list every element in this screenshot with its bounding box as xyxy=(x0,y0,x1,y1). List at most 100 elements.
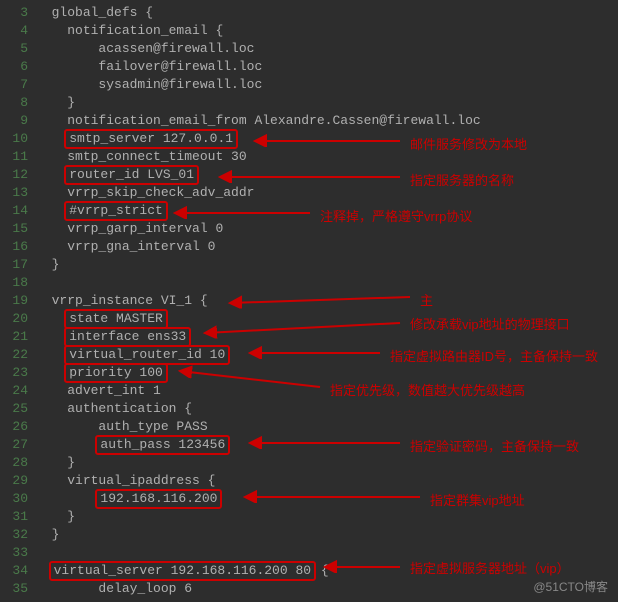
code-content: vrrp_garp_interval 0 xyxy=(36,220,223,238)
annotation-label: 指定群集vip地址 xyxy=(430,490,525,509)
code-text: } xyxy=(67,509,75,524)
code-text: vrrp_instance VI_1 { xyxy=(52,293,208,308)
line-number: 31 xyxy=(0,508,36,526)
annotation-label: 注释掉，严格遵守vrrp协议 xyxy=(320,206,472,225)
line-number: 33 xyxy=(0,544,36,562)
line-number: 32 xyxy=(0,526,36,544)
code-text: notification_email_from Alexandre.Cassen… xyxy=(67,113,480,128)
code-text: acassen@firewall.loc xyxy=(98,41,254,56)
line-number: 25 xyxy=(0,400,36,418)
line-number: 23 xyxy=(0,364,36,382)
annotation-label: 主 xyxy=(420,290,433,309)
code-line: 8 } xyxy=(0,94,618,112)
code-content: } xyxy=(36,256,59,274)
code-text: vrrp_gna_interval 0 xyxy=(67,239,215,254)
code-line: 23 priority 100 xyxy=(0,364,618,382)
code-content: advert_int 1 xyxy=(36,382,161,400)
annotation-label: 指定虚拟服务器地址（vip） xyxy=(410,558,570,577)
line-number: 18 xyxy=(0,274,36,292)
code-text: notification_email { xyxy=(67,23,223,38)
code-line: 29 virtual_ipaddress { xyxy=(0,472,618,490)
line-number: 21 xyxy=(0,328,36,346)
code-text: global_defs { xyxy=(52,5,153,20)
code-content: } xyxy=(36,454,75,472)
line-number: 3 xyxy=(0,4,36,22)
code-content: virtual_server 192.168.116.200 80 { xyxy=(36,561,329,581)
code-text: } xyxy=(67,455,75,470)
code-content: priority 100 xyxy=(36,363,165,383)
code-text: auth_type PASS xyxy=(98,419,207,434)
code-text: delay_loop 6 xyxy=(98,581,192,596)
code-line: 28 } xyxy=(0,454,618,472)
watermark: @51CTO博客 xyxy=(533,578,608,595)
code-content: smtp_connect_timeout 30 xyxy=(36,148,247,166)
code-line: 25 authentication { xyxy=(0,400,618,418)
highlighted-code: #vrrp_strict xyxy=(64,201,168,221)
code-content: interface ens33 xyxy=(36,327,188,347)
code-content: vrrp_instance VI_1 { xyxy=(36,292,208,310)
code-line: 13 vrrp_skip_check_adv_addr xyxy=(0,184,618,202)
code-content: auth_type PASS xyxy=(36,418,208,436)
code-line: 35 delay_loop 6 xyxy=(0,580,618,598)
highlighted-code: smtp_server 127.0.0.1 xyxy=(64,129,238,149)
code-line: 3 global_defs { xyxy=(0,4,618,22)
line-number: 4 xyxy=(0,22,36,40)
code-content: notification_email { xyxy=(36,22,223,40)
code-content: } xyxy=(36,94,75,112)
code-line: 7 sysadmin@firewall.loc xyxy=(0,76,618,94)
code-text: vrrp_skip_check_adv_addr xyxy=(67,185,254,200)
code-editor: 3 global_defs {4 notification_email {5 a… xyxy=(0,0,618,602)
code-text: virtual_ipaddress { xyxy=(67,473,215,488)
line-number: 22 xyxy=(0,346,36,364)
code-line: 32 } xyxy=(0,526,618,544)
line-number: 30 xyxy=(0,490,36,508)
line-number: 11 xyxy=(0,148,36,166)
line-number: 9 xyxy=(0,112,36,130)
code-content: auth_pass 123456 xyxy=(36,435,227,455)
annotation-label: 指定服务器的名称 xyxy=(410,170,514,189)
code-content: smtp_server 127.0.0.1 xyxy=(36,129,235,149)
code-content: #vrrp_strict xyxy=(36,201,165,221)
code-line: 4 notification_email { xyxy=(0,22,618,40)
line-number: 35 xyxy=(0,580,36,598)
line-number: 5 xyxy=(0,40,36,58)
line-number: 19 xyxy=(0,292,36,310)
annotation-label: 指定优先级，数值越大优先级越高 xyxy=(330,380,525,399)
highlighted-code: virtual_router_id 10 xyxy=(64,345,230,365)
line-number: 12 xyxy=(0,166,36,184)
code-text: } xyxy=(52,257,60,272)
line-number: 8 xyxy=(0,94,36,112)
code-line: 30 192.168.116.200 xyxy=(0,490,618,508)
code-content: } xyxy=(36,526,59,544)
highlighted-code: interface ens33 xyxy=(64,327,191,347)
annotation-label: 指定虚拟路由器ID号，主备保持一致 xyxy=(390,346,598,365)
code-text: smtp_connect_timeout 30 xyxy=(67,149,246,164)
line-number: 13 xyxy=(0,184,36,202)
code-text: advert_int 1 xyxy=(67,383,161,398)
line-number: 10 xyxy=(0,130,36,148)
code-content: authentication { xyxy=(36,400,192,418)
code-line: 15 vrrp_garp_interval 0 xyxy=(0,220,618,238)
code-line: 26 auth_type PASS xyxy=(0,418,618,436)
code-text: vrrp_garp_interval 0 xyxy=(67,221,223,236)
line-number: 26 xyxy=(0,418,36,436)
highlighted-code: router_id LVS_01 xyxy=(64,165,199,185)
line-number: 7 xyxy=(0,76,36,94)
code-line: 12 router_id LVS_01 xyxy=(0,166,618,184)
code-content: notification_email_from Alexandre.Cassen… xyxy=(36,112,481,130)
highlighted-code: virtual_server 192.168.116.200 80 xyxy=(49,561,316,581)
line-number: 27 xyxy=(0,436,36,454)
highlighted-code: auth_pass 123456 xyxy=(95,435,230,455)
code-content: } xyxy=(36,508,75,526)
annotation-label: 修改承载vip地址的物理接口 xyxy=(410,314,570,333)
code-content: vrrp_skip_check_adv_addr xyxy=(36,184,254,202)
line-number: 34 xyxy=(0,562,36,580)
code-line: 18 xyxy=(0,274,618,292)
code-line: 31 } xyxy=(0,508,618,526)
highlighted-code: 192.168.116.200 xyxy=(95,489,222,509)
code-line: 24 advert_int 1 xyxy=(0,382,618,400)
annotation-label: 邮件服务修改为本地 xyxy=(410,134,527,153)
code-line: 14 #vrrp_strict xyxy=(0,202,618,220)
code-content: 192.168.116.200 xyxy=(36,489,219,509)
line-number: 14 xyxy=(0,202,36,220)
